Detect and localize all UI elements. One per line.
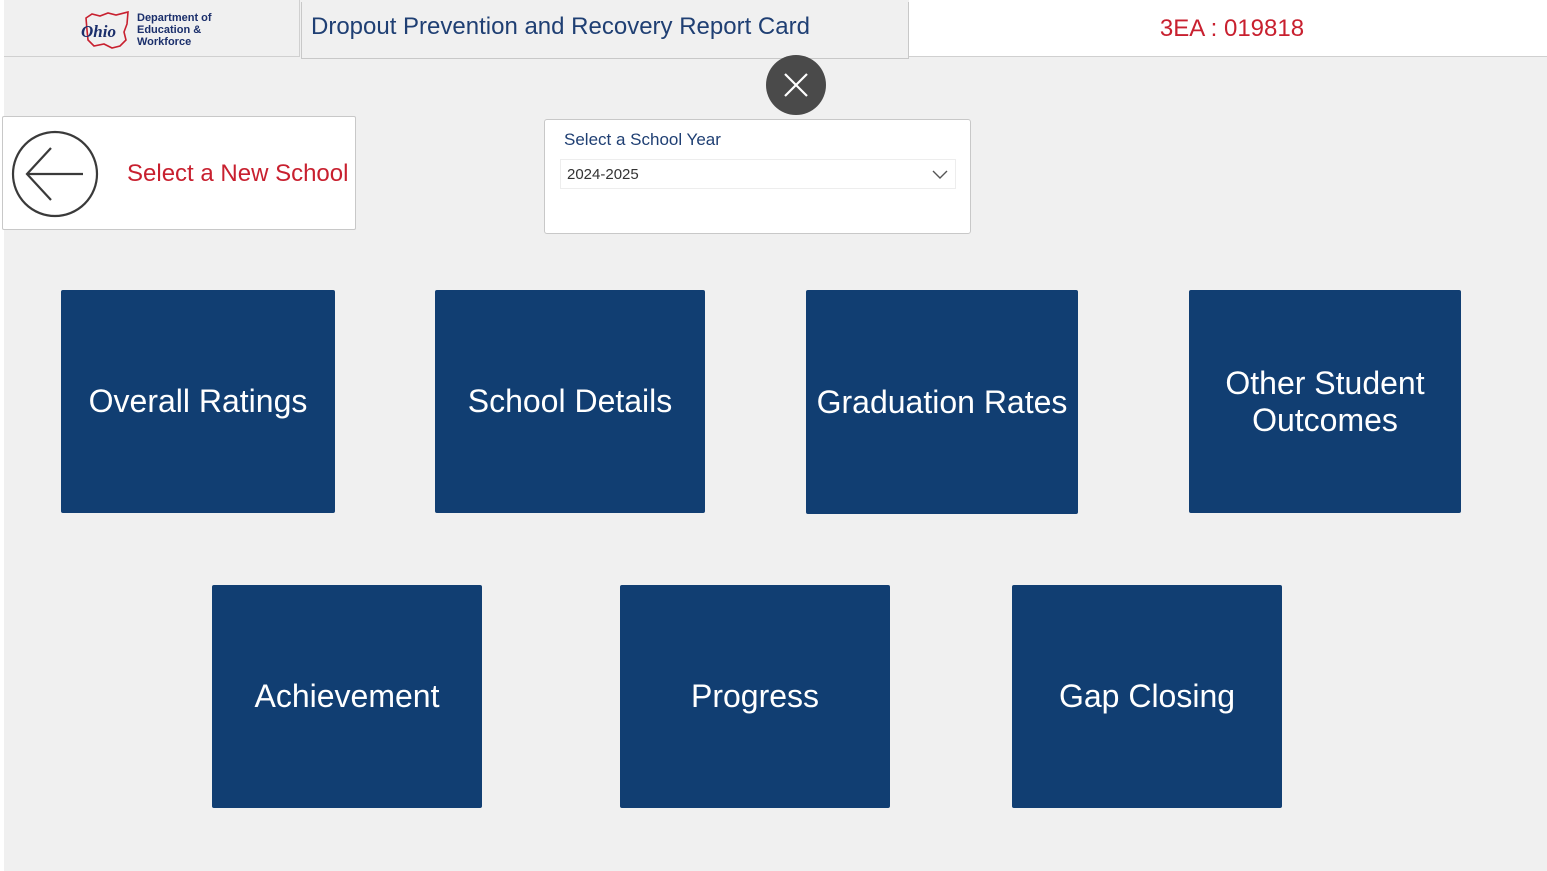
graduation-rates-tile[interactable]: Graduation Rates <box>806 290 1078 514</box>
close-button[interactable] <box>766 55 826 115</box>
report-title-bar: Dropout Prevention and Recovery Report C… <box>301 2 909 59</box>
arrow-left-circle-icon <box>11 130 99 218</box>
report-title: Dropout Prevention and Recovery Report C… <box>311 13 810 40</box>
graduation-rates-label: Graduation Rates <box>816 383 1068 420</box>
other-student-outcomes-tile[interactable]: Other Student Outcomes <box>1189 290 1461 513</box>
svg-text:Ohio: Ohio <box>81 22 116 41</box>
overall-ratings-tile[interactable]: Overall Ratings <box>61 290 335 513</box>
achievement-label: Achievement <box>254 678 440 714</box>
ohio-state-logo: Ohio <box>81 10 129 49</box>
school-details-tile[interactable]: School Details <box>435 290 705 513</box>
agency-name-line-1: Department of <box>137 12 212 24</box>
achievement-tile[interactable]: Achievement <box>212 585 482 808</box>
close-icon <box>784 73 808 97</box>
school-year-value: 2024-2025 <box>567 166 639 183</box>
agency-name: Department of Education & Workforce <box>137 12 212 48</box>
select-new-school-button[interactable]: Select a New School <box>2 116 356 230</box>
school-year-filter: Select a School Year 2024-2025 <box>544 119 971 234</box>
select-new-school-label: Select a New School <box>127 160 349 187</box>
agency-name-line-3: Workforce <box>137 36 192 48</box>
progress-label: Progress <box>690 678 820 714</box>
agency-logo: Ohio Department of Education & Workforce <box>4 0 300 57</box>
school-id-bar: 3EA : 019818 <box>909 0 1547 57</box>
progress-tile[interactable]: Progress <box>620 585 890 808</box>
school-details-label: School Details <box>467 383 673 419</box>
school-year-label: Select a School Year <box>564 130 721 149</box>
gap-closing-tile[interactable]: Gap Closing <box>1012 585 1282 808</box>
school-year-dropdown[interactable]: 2024-2025 <box>560 159 956 189</box>
chevron-down-icon <box>932 170 948 179</box>
gap-closing-label: Gap Closing <box>1058 678 1236 714</box>
agency-name-line-2: Education & <box>137 24 202 36</box>
overall-ratings-label: Overall Ratings <box>88 383 308 419</box>
other-student-outcomes-label: Other Student Outcomes <box>1225 364 1425 438</box>
school-id-label: 3EA : 019818 <box>1159 15 1305 42</box>
